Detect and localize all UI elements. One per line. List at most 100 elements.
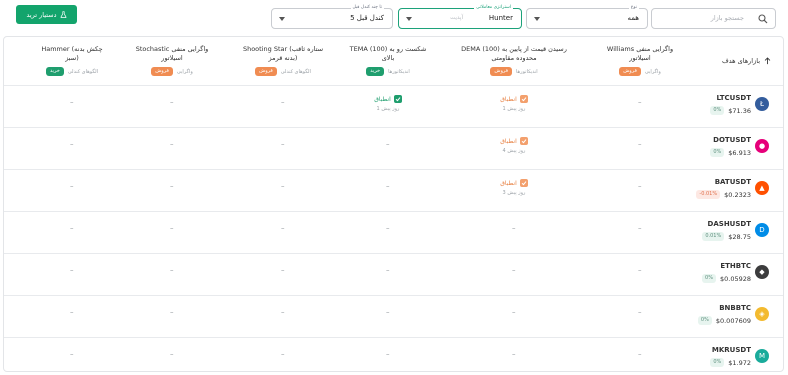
eth-coin-icon: ◆: [755, 265, 769, 279]
asset-cell[interactable]: BATUSDT $0.2323 -0.01% ▲: [669, 175, 769, 205]
bnb-coin-icon: ◈: [755, 307, 769, 321]
asset-symbol: ETHBTC: [720, 262, 751, 270]
asset-symbol: BNBBTC: [719, 304, 751, 312]
column-meta: فروش الگوهای کندلی: [223, 67, 343, 76]
column-title: Shooting Star (ستاره ثاقب: [242, 45, 324, 53]
candles-value: 5 کندل قبل: [350, 14, 384, 22]
empty-cell: –: [170, 98, 174, 106]
empty-cell: –: [170, 224, 174, 232]
column-title: TEMA (100) شکست رو به: [349, 45, 427, 53]
signal-type-badge: فروش: [490, 67, 513, 76]
empty-cell: –: [170, 182, 174, 190]
search-input[interactable]: جستجو بازار: [711, 14, 744, 22]
change-badge: 0%: [710, 358, 725, 367]
column-meta: فروش اندیکاتورها: [454, 67, 574, 76]
signal-label: انطباق: [500, 95, 517, 103]
signal-type-badge: خرید: [366, 67, 385, 76]
signal-type-badge: فروش: [619, 67, 641, 76]
empty-cell: –: [512, 350, 516, 358]
signal-cell[interactable]: انطباق 1 روز پیش: [348, 95, 428, 112]
empty-cell: –: [638, 98, 642, 106]
empty-cell: –: [512, 266, 516, 274]
type-select[interactable]: نوع همه: [526, 4, 648, 29]
empty-cell: –: [170, 350, 174, 358]
signal-cell[interactable]: انطباق 3 روز پیش: [474, 179, 554, 196]
column-subtitle: سبز): [65, 54, 79, 62]
screener-page: دستیار ترید تا چند کندل قبل 5 کندل قبل ا…: [0, 0, 788, 375]
asset-cell[interactable]: DOTUSDT $6.913 0% ●: [669, 133, 769, 163]
row-divider: [4, 85, 783, 86]
empty-cell: –: [386, 266, 390, 274]
asset-cell[interactable]: BNBBTC $0.007609 0% ◈: [669, 301, 769, 331]
check-icon: [519, 95, 528, 103]
column-subtitle: اسیلاتور: [629, 54, 651, 62]
empty-cell: –: [638, 140, 642, 148]
chevron-down-icon: [534, 17, 540, 21]
sort-arrow-icon[interactable]: [764, 57, 771, 65]
empty-cell: –: [70, 98, 74, 106]
column-category: واگرایی: [644, 68, 661, 75]
empty-cell: –: [386, 140, 390, 148]
column-category: اندیکاتورها: [516, 68, 538, 75]
row-divider: [4, 211, 783, 212]
strategy-label: استراتژی معاملاتی: [474, 4, 513, 11]
strategy-select[interactable]: استراتژی معاملاتی Hunter آپدیت: [398, 4, 522, 29]
column-meta: خرید اندیکاتورها: [328, 67, 448, 76]
empty-cell: –: [170, 266, 174, 274]
signal-type-badge: فروش: [151, 67, 173, 76]
empty-cell: –: [638, 224, 642, 232]
check-icon: [393, 95, 402, 103]
search-field[interactable]: جستجو بازار: [651, 8, 776, 29]
column-header-5[interactable]: Hammer (چکش بدنه سبز) خرید الگوهای کندلی: [12, 45, 132, 76]
empty-cell: –: [281, 182, 285, 190]
empty-cell: –: [70, 224, 74, 232]
column-header-1[interactable]: DEMA (100) رسیدن قیمت از پایین به محدوده …: [454, 45, 574, 76]
trade-assistant-button[interactable]: دستیار ترید: [16, 5, 77, 24]
signal-status: انطباق: [474, 137, 554, 145]
empty-cell: –: [281, 98, 285, 106]
ltc-coin-icon: Ł: [755, 97, 769, 111]
asset-cell[interactable]: ETHBTC $0.05928 0% ◆: [669, 259, 769, 289]
signal-label: انطباق: [500, 179, 517, 187]
empty-cell: –: [70, 266, 74, 274]
search-icon[interactable]: [758, 14, 768, 24]
change-badge: 0%: [710, 106, 725, 115]
column-category: اندیکاتورها: [388, 68, 410, 75]
check-icon: [519, 179, 528, 187]
dot-coin-icon: ●: [755, 139, 769, 153]
asset-price: $0.2323: [724, 191, 751, 199]
empty-cell: –: [281, 308, 285, 316]
asset-cell[interactable]: MKRUSDT $1.972 0% M: [669, 343, 769, 373]
signal-time: 1 روز پیش: [502, 106, 526, 112]
asset-cell[interactable]: DASHUSDT $28.75 0.01% D: [669, 217, 769, 247]
column-meta: خرید الگوهای کندلی: [12, 67, 132, 76]
asset-price: $71.36: [728, 107, 751, 115]
asset-price: $0.007609: [715, 317, 751, 325]
empty-cell: –: [281, 224, 285, 232]
candles-select[interactable]: تا چند کندل قبل 5 کندل قبل: [271, 4, 393, 29]
chevron-down-icon: [406, 17, 412, 21]
signal-type-badge: فروش: [255, 67, 277, 76]
column-header-0[interactable]: Williams واگرایی منفی اسیلاتور فروش واگرایی: [580, 45, 700, 76]
targets-header[interactable]: بازارهای هدف: [722, 57, 771, 65]
column-header-2[interactable]: TEMA (100) شکست رو به بالای خرید اندیکاتوره…: [328, 45, 448, 76]
strategy-hint: آپدیت: [450, 15, 463, 21]
change-badge: 0.01%: [702, 232, 725, 241]
signal-time: 1 روز پیش: [376, 106, 400, 112]
empty-cell: –: [281, 350, 285, 358]
empty-cell: –: [170, 308, 174, 316]
check-icon: [519, 137, 528, 145]
empty-cell: –: [70, 308, 74, 316]
column-title: Williams واگرایی منفی: [606, 45, 674, 53]
column-title: Hammer (چکش بدنه: [41, 45, 103, 53]
empty-cell: –: [70, 350, 74, 358]
type-label: نوع: [628, 4, 639, 11]
empty-cell: –: [638, 182, 642, 190]
signal-cell[interactable]: انطباق 1 روز پیش: [474, 95, 554, 112]
empty-cell: –: [386, 350, 390, 358]
asset-cell[interactable]: LTCUSDT $71.36 0% Ł: [669, 91, 769, 121]
signal-cell[interactable]: انطباق 4 روز پیش: [474, 137, 554, 154]
column-header-3[interactable]: Shooting Star (ستاره ثاقب بدنه قرمز) فروش ا…: [223, 45, 343, 76]
asset-symbol: DASHUSDT: [707, 220, 751, 228]
signal-type-badge: خرید: [46, 67, 64, 76]
